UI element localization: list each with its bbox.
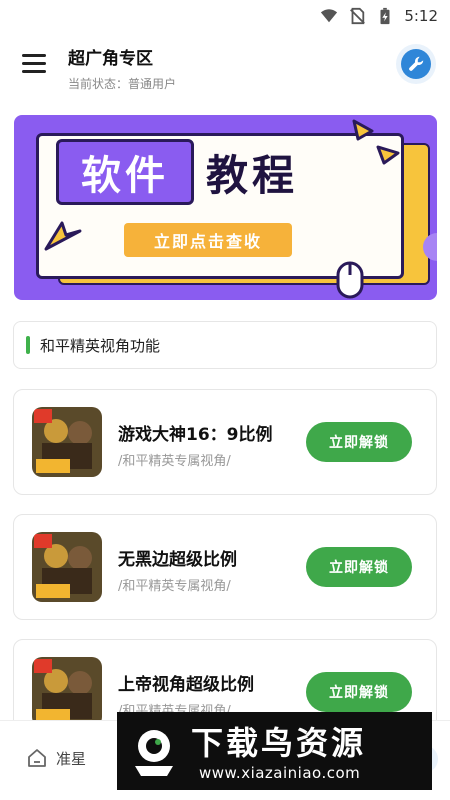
page-title: 超广角专区 xyxy=(68,49,153,69)
list-item: 无黑边超级比例 /和平精英专属视角/ 立即解锁 xyxy=(13,514,437,620)
wrench-icon xyxy=(401,49,431,79)
sparkle-icon xyxy=(352,119,400,165)
user-status: 当前状态：普通用户 xyxy=(68,77,177,91)
item-title: 无黑边超级比例 xyxy=(118,550,237,570)
item-subtitle: /和平精英专属视角/ xyxy=(118,579,231,594)
game-thumbnail-icon xyxy=(32,407,102,477)
app-header: 超广角专区 当前状态：普通用户 xyxy=(0,40,450,92)
item-title: 上帝视角超级比例 xyxy=(118,675,254,695)
banner-cta: 立即点击查收 xyxy=(124,223,292,257)
watermark-url: www.xiazainiao.com xyxy=(199,764,361,782)
item-title: 游戏大神16：9比例 xyxy=(118,425,273,445)
unlock-button[interactable]: 立即解锁 xyxy=(306,672,412,712)
cursor-arrow-icon xyxy=(44,221,82,251)
banner-tag: 软件 xyxy=(56,139,194,205)
banner-title: 教程 xyxy=(206,150,299,200)
section-header: 和平精英视角功能 xyxy=(13,321,437,369)
battery-charging-icon xyxy=(380,7,390,25)
status-time: 5:12 xyxy=(404,7,438,25)
settings-button[interactable] xyxy=(396,44,436,84)
section-title: 和平精英视角功能 xyxy=(40,336,161,355)
status-bar: 5:12 xyxy=(0,0,450,32)
game-thumbnail-icon xyxy=(32,657,102,727)
bird-logo-icon xyxy=(135,730,173,776)
mouse-icon xyxy=(336,261,364,299)
item-subtitle: /和平精英专属视角/ xyxy=(118,454,231,469)
watermark: 下载鸟资源 www.xiazainiao.com xyxy=(117,712,432,790)
header-text: 超广角专区 当前状态：普通用户 xyxy=(68,44,176,92)
nav-item-crosshair[interactable]: 准星 xyxy=(26,747,86,769)
section-accent-bar xyxy=(26,336,30,354)
no-sim-icon xyxy=(350,7,366,25)
game-thumbnail-icon xyxy=(32,532,102,602)
tutorial-banner[interactable]: 软件 教程 立即点击查收 xyxy=(14,115,437,300)
wifi-icon xyxy=(321,9,338,23)
unlock-button[interactable]: 立即解锁 xyxy=(306,547,412,587)
home-icon xyxy=(28,749,46,767)
nav-label: 准星 xyxy=(56,749,87,768)
hamburger-menu-icon[interactable] xyxy=(22,54,46,74)
unlock-button[interactable]: 立即解锁 xyxy=(306,422,412,462)
watermark-title: 下载鸟资源 xyxy=(191,724,367,762)
list-item: 游戏大神16：9比例 /和平精英专属视角/ 立即解锁 xyxy=(13,389,437,495)
